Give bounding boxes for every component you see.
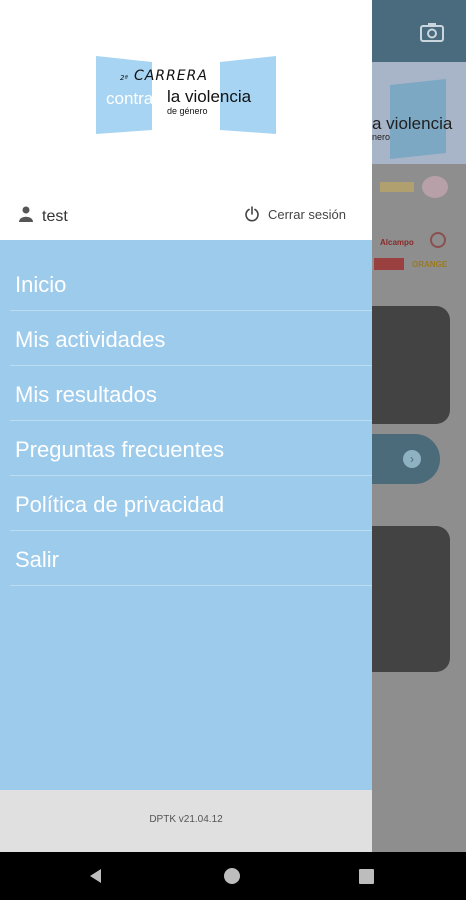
drawer-header: 2ª CARRERA contra la violencia de género… <box>0 0 372 240</box>
menu-item-label: Mis actividades <box>15 327 166 352</box>
background-banner-subtext: nero <box>372 132 391 142</box>
back-icon[interactable] <box>88 868 104 884</box>
menu-item-inicio[interactable]: Inicio <box>10 256 372 311</box>
navigation-drawer: 2ª CARRERA contra la violencia de género… <box>0 0 372 852</box>
background-banner-text: a violencia <box>372 114 453 133</box>
sponsor-logo <box>374 258 404 270</box>
menu-item-mis-resultados[interactable]: Mis resultados <box>10 366 372 421</box>
menu-item-mis-actividades[interactable]: Mis actividades <box>10 311 372 366</box>
camera-icon[interactable] <box>420 22 444 42</box>
svg-text:la violencia: la violencia <box>167 87 252 106</box>
svg-text:CARRERA: CARRERA <box>134 68 208 84</box>
user-icon <box>19 206 33 222</box>
menu-item-label: Preguntas frecuentes <box>15 437 225 462</box>
svg-text:contra: contra <box>106 89 154 108</box>
menu-item-label: Mis resultados <box>15 382 157 407</box>
background-sponsors: Alcampo ORANGE <box>372 170 466 280</box>
arrow-right-icon[interactable]: › <box>403 450 421 468</box>
app-version: DPTK v21.04.12 <box>149 814 223 825</box>
user-row: test Cerrar sesión <box>0 198 372 234</box>
drawer-menu: Inicio Mis actividades Mis resultados Pr… <box>0 256 372 586</box>
recents-icon[interactable] <box>359 869 374 884</box>
power-icon <box>245 206 259 222</box>
event-logo: 2ª CARRERA contra la violencia de género <box>96 56 276 134</box>
logout-label: Cerrar sesión <box>267 206 346 222</box>
menu-item-label: Inicio <box>15 272 67 297</box>
menu-item-preguntas-frecuentes[interactable]: Preguntas frecuentes <box>10 421 372 476</box>
sponsor-logo <box>430 232 446 248</box>
sponsor-logo <box>422 176 448 198</box>
background-card <box>372 306 450 424</box>
menu-item-label: Salir <box>15 547 60 572</box>
drawer-footer: DPTK v21.04.12 <box>0 790 372 852</box>
background-card <box>372 526 450 672</box>
svg-text:de género: de género <box>167 106 208 116</box>
sponsor-orange: ORANGE <box>412 260 448 269</box>
user-name: test <box>42 208 68 225</box>
menu-item-politica-privacidad[interactable]: Política de privacidad <box>10 476 372 531</box>
sponsor-logo <box>380 182 414 192</box>
svg-text:2ª: 2ª <box>120 74 128 82</box>
menu-item-label: Política de privacidad <box>15 492 225 517</box>
logout-button[interactable]: Cerrar sesión <box>244 206 346 222</box>
system-navigation-bar <box>0 852 466 900</box>
home-icon[interactable] <box>224 868 240 884</box>
sponsor-alcampo: Alcampo <box>380 238 414 247</box>
menu-item-salir[interactable]: Salir <box>10 531 372 586</box>
